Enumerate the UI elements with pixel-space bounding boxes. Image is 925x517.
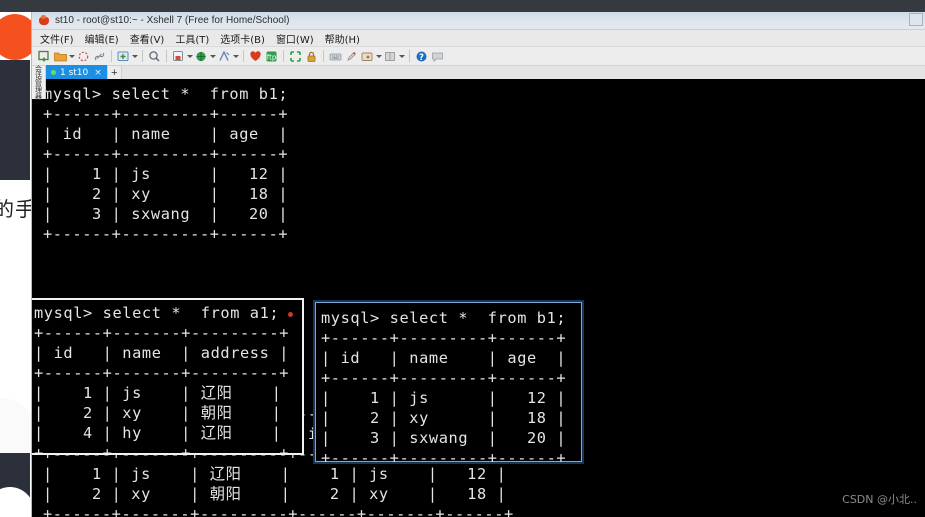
transfer-icon[interactable]	[171, 49, 186, 64]
toolbar-separator	[142, 50, 143, 62]
highlight-icon[interactable]	[344, 49, 359, 64]
fullscreen-icon[interactable]	[288, 49, 303, 64]
svg-text:?: ?	[419, 53, 424, 63]
open-folder-icon[interactable]	[53, 49, 68, 64]
a1-cursor-indicator-icon	[288, 312, 293, 317]
disconnect-icon[interactable]	[76, 49, 91, 64]
background-top-bar	[0, 0, 925, 12]
xftp-icon[interactable]: ftp	[264, 49, 279, 64]
xshell-icon[interactable]	[248, 49, 263, 64]
layout-caret-icon[interactable]	[399, 49, 405, 64]
toolbar-separator	[283, 50, 284, 62]
globe-icon[interactable]	[194, 49, 209, 64]
xshell-app-icon	[38, 14, 50, 27]
toolbar-separator	[323, 50, 324, 62]
window-title: st10 - root@st10:~ - Xshell 7 (Free for …	[55, 15, 290, 26]
background-dark-block	[0, 60, 30, 180]
compose-icon[interactable]	[217, 49, 232, 64]
chat-icon[interactable]	[430, 49, 445, 64]
tab-label: 1 st10	[60, 67, 89, 78]
svg-text:ftp: ftp	[267, 53, 277, 61]
session-manager-panel[interactable]: 会话管理器	[32, 65, 46, 100]
new-tab-caret-icon[interactable]	[132, 49, 138, 64]
menu-bar: 文件(F) 编辑(E) 查看(V) 工具(T) 选项卡(B) 窗口(W) 帮助(…	[32, 30, 925, 47]
menu-item-window[interactable]: 窗口(W)	[276, 31, 314, 46]
keyboard-icon[interactable]	[328, 49, 343, 64]
menu-item-tools[interactable]: 工具(T)	[175, 31, 209, 46]
toolbar-separator	[111, 50, 112, 62]
toolbar-separator	[166, 50, 167, 62]
tab-st10[interactable]: 1 st10 ×	[46, 65, 107, 80]
toolbar-separator	[409, 50, 410, 62]
a1-query-screenshot-overlay: mysql> select * from a1; +------+-------…	[32, 298, 304, 455]
b1-query-screenshot-overlay: mysql> select * from b1; +------+-------…	[313, 300, 584, 464]
menu-item-help[interactable]: 帮助(H)	[325, 31, 360, 46]
menu-item-view[interactable]: 查看(V)	[130, 31, 165, 46]
capture-caret-icon[interactable]	[376, 49, 382, 64]
screenshot-root: 的手 st10 - root@st10:~ - Xshell 7 (Free f…	[0, 0, 925, 517]
find-icon[interactable]	[147, 49, 162, 64]
globe-caret-icon[interactable]	[210, 49, 216, 64]
new-tab-icon[interactable]	[116, 49, 131, 64]
capture-icon[interactable]	[360, 49, 375, 64]
b1-query-output: mysql> select * from b1; +------+-------…	[321, 309, 567, 464]
menu-item-tabs[interactable]: 选项卡(B)	[220, 31, 265, 46]
lock-icon[interactable]	[304, 49, 319, 64]
window-controls-button[interactable]	[909, 13, 923, 26]
xshell-window: st10 - root@st10:~ - Xshell 7 (Free for …	[31, 12, 925, 517]
tool-bar: ftp ?	[32, 47, 925, 66]
menu-item-edit[interactable]: 编辑(E)	[85, 31, 119, 46]
new-session-icon[interactable]	[37, 49, 52, 64]
toolbar-separator	[243, 50, 244, 62]
connection-status-dot-icon	[51, 70, 56, 75]
terminal-body[interactable]: mysql> select * from b1; +------+-------…	[32, 79, 925, 517]
compose-caret-icon[interactable]	[233, 49, 239, 64]
help-icon[interactable]: ?	[414, 49, 429, 64]
new-tab-button[interactable]: +	[106, 65, 122, 80]
a1-query-output: mysql> select * from a1; +------+-------…	[34, 304, 290, 455]
open-folder-caret-icon[interactable]	[69, 49, 75, 64]
tab-close-icon[interactable]: ×	[94, 68, 102, 78]
menu-item-file[interactable]: 文件(F)	[40, 31, 74, 46]
watermark: CSDN @小北..	[842, 493, 917, 506]
session-manager-label: 会话管理器	[34, 65, 43, 100]
link-icon[interactable]	[92, 49, 107, 64]
layout-icon[interactable]	[383, 49, 398, 64]
title-bar[interactable]: st10 - root@st10:~ - Xshell 7 (Free for …	[32, 12, 925, 30]
transfer-caret-icon[interactable]	[187, 49, 193, 64]
